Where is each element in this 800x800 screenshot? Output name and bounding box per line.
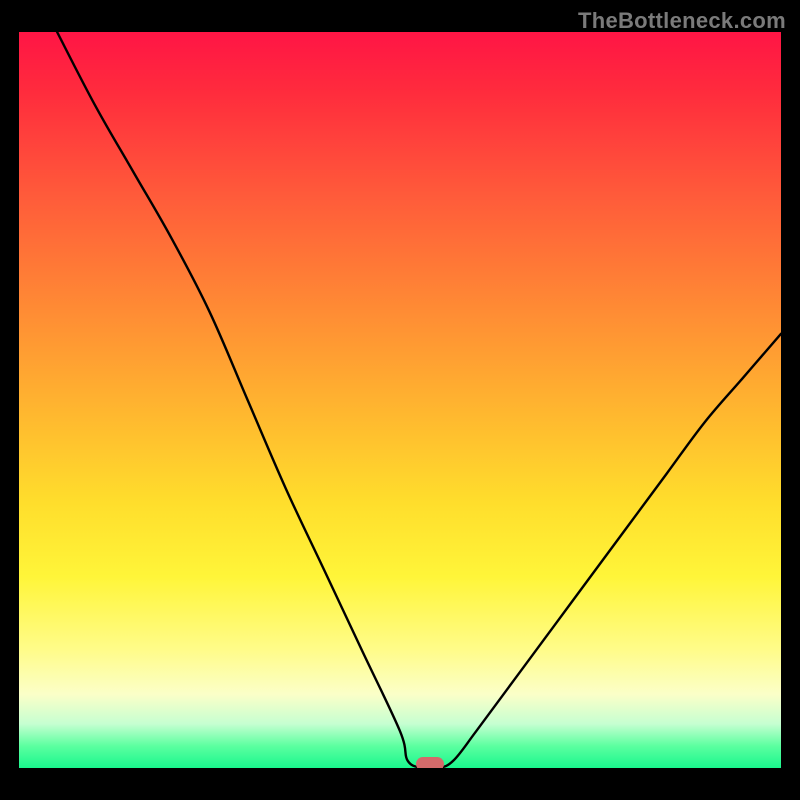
bottleneck-curve-line — [57, 32, 781, 768]
curve-svg — [19, 32, 781, 768]
watermark-text: TheBottleneck.com — [578, 8, 786, 34]
plot-area — [19, 32, 781, 768]
optimal-point-marker — [416, 757, 444, 768]
chart-frame: TheBottleneck.com — [0, 0, 800, 800]
